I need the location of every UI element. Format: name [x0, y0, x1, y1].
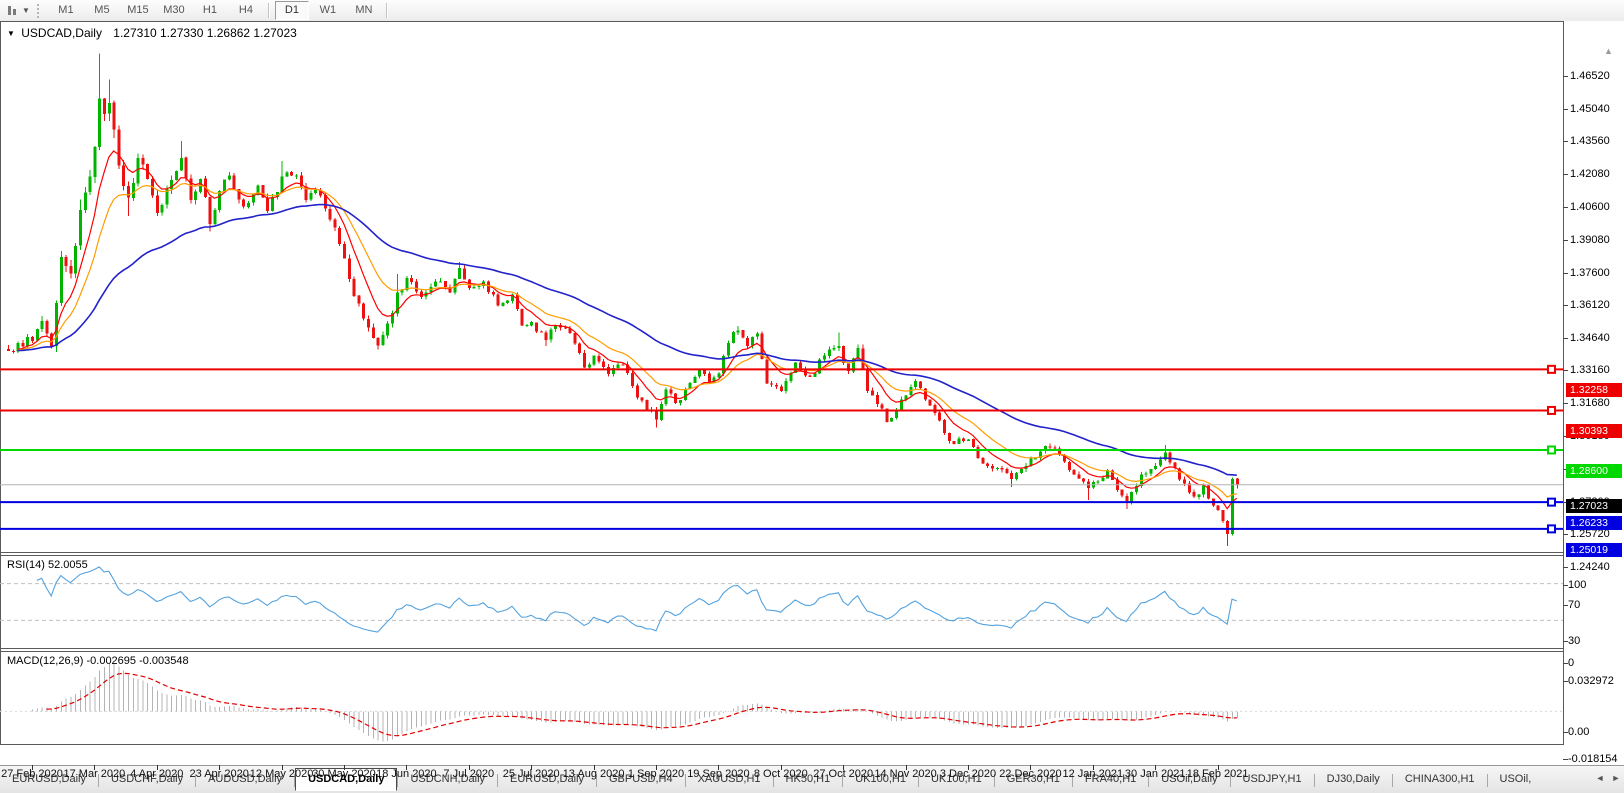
- price-axis-tick: 1.46520: [1570, 69, 1624, 83]
- tab-usoil[interactable]: USOil,: [1488, 770, 1544, 789]
- price-axis-tick-mark: [1563, 305, 1568, 306]
- toolbar: ▼ M1M5M15M30H1H4 D1W1MN: [0, 0, 1624, 22]
- hline-price-label: 1.32258: [1566, 383, 1622, 397]
- macd-histogram: [33, 664, 1238, 741]
- chart-window: ▼ USDCAD,Daily 1.27310 1.27330 1.26862 1…: [0, 21, 1624, 765]
- rsi-axis-label: 30: [1568, 635, 1624, 647]
- timeframe-button-m15[interactable]: M15: [121, 1, 155, 20]
- tabs-scroll-right-button[interactable]: ►: [1610, 773, 1622, 783]
- title-marker-icon[interactable]: ▼: [7, 29, 15, 38]
- timeframe-button-h1[interactable]: H1: [193, 1, 227, 20]
- macd-axis-label: 0.032972: [1568, 675, 1624, 687]
- macd-axis-label: 0.00: [1568, 726, 1624, 738]
- price-axis-tick-mark: [1563, 174, 1568, 175]
- price-axis-tick: 1.31680: [1570, 396, 1624, 410]
- chart-title: ▼ USDCAD,Daily 1.27310 1.27330 1.26862 1…: [7, 26, 297, 40]
- tab-china300-h1[interactable]: CHINA300,H1: [1393, 770, 1487, 789]
- price-axis-tick-mark: [1563, 76, 1568, 77]
- date-axis-label: 18 Feb 2021: [1178, 768, 1258, 780]
- timeframe-button-m30[interactable]: M30: [157, 1, 191, 20]
- dropdown-caret-icon[interactable]: ▼: [22, 6, 30, 15]
- timeframe-button-mn[interactable]: MN: [347, 1, 381, 20]
- hline-price-label: 1.26233: [1566, 516, 1622, 530]
- trading-app-window: ▼ M1M5M15M30H1H4 D1W1MN ▼ USDCAD,Daily 1.…: [0, 0, 1624, 793]
- hline-handle[interactable]: [1548, 446, 1555, 453]
- price-axis-tick: 1.40600: [1570, 200, 1624, 214]
- main-chart-canvas[interactable]: [0, 22, 1563, 552]
- rsi-line: [37, 567, 1237, 632]
- chart-symbol-period: USDCAD,Daily: [21, 26, 102, 40]
- tabs-scroll-left-button[interactable]: ◄: [1594, 773, 1606, 783]
- toolbar-separator: [386, 3, 388, 18]
- current-price-label: 1.27023: [1566, 499, 1622, 513]
- price-axis-tick-mark: [1563, 534, 1568, 535]
- timeframe-button-h4[interactable]: H4: [229, 1, 263, 20]
- panel-splitter[interactable]: [0, 648, 1563, 649]
- chart-type-icon[interactable]: [4, 3, 22, 18]
- price-axis-tick: 1.42080: [1570, 167, 1624, 181]
- toolbar-separator: [268, 3, 270, 18]
- macd-axis-label: -0.018154: [1568, 753, 1624, 765]
- price-axis-tick-mark: [1563, 370, 1568, 371]
- hline-price-label: 1.30393: [1566, 424, 1622, 438]
- hline-handle[interactable]: [1548, 407, 1555, 414]
- price-axis-tick-mark: [1563, 141, 1568, 142]
- macd-label: MACD(12,26,9) -0.002695 -0.003548: [7, 655, 189, 667]
- chart-right-border: [1563, 21, 1564, 745]
- timeframe-button-m5[interactable]: M5: [85, 1, 119, 20]
- chart-ohlc-values: 1.27310 1.27330 1.26862 1.27023: [113, 26, 297, 40]
- rsi-label: RSI(14) 52.0055: [7, 559, 88, 571]
- timeframe-button-w1[interactable]: W1: [311, 1, 345, 20]
- price-axis-tick: 1.43560: [1570, 134, 1624, 148]
- price-axis-tick-mark: [1563, 109, 1568, 110]
- panel-splitter[interactable]: [0, 552, 1563, 553]
- macd-values: -0.002695 -0.003548: [86, 655, 188, 667]
- macd-panel-canvas[interactable]: [0, 652, 1563, 744]
- chart-shift-marker-icon: ▲: [1604, 46, 1613, 56]
- price-axis-tick-mark: [1563, 338, 1568, 339]
- price-axis-tick: 1.33160: [1570, 363, 1624, 377]
- moving-average-line-8[interactable]: [18, 151, 1237, 509]
- price-axis-tick: 1.39080: [1570, 233, 1624, 247]
- price-axis-tick: 1.24240: [1570, 560, 1624, 574]
- rsi-axis-label: 0: [1568, 657, 1624, 669]
- moving-average-line-48[interactable]: [18, 205, 1237, 476]
- price-axis-tick-mark: [1563, 403, 1568, 404]
- rsi-axis-label: 70: [1568, 599, 1624, 611]
- tab-dj30-daily[interactable]: DJ30,Daily: [1315, 770, 1392, 789]
- hline-handle[interactable]: [1548, 525, 1555, 532]
- candlestick-series: [7, 53, 1239, 546]
- timeframe-button-m1[interactable]: M1: [49, 1, 83, 20]
- hline-handle[interactable]: [1548, 499, 1555, 506]
- rsi-panel-canvas[interactable]: [0, 556, 1563, 648]
- price-axis-tick-mark: [1563, 240, 1568, 241]
- hline-price-label: 1.25019: [1566, 543, 1622, 557]
- price-axis-tick-mark: [1563, 207, 1568, 208]
- price-axis-tick: 1.34640: [1570, 331, 1624, 345]
- chart-bottom-border: [0, 744, 1563, 745]
- timeframe-button-group: M1M5M15M30H1H4 D1W1MN: [48, 1, 392, 20]
- hline-handle[interactable]: [1548, 366, 1555, 373]
- timeframe-button-d1[interactable]: D1: [275, 1, 309, 20]
- rsi-axis-label: 100: [1568, 579, 1624, 591]
- price-axis-tick: 1.37600: [1570, 266, 1624, 280]
- toolbar-grip: [37, 4, 44, 18]
- price-axis-tick: 1.45040: [1570, 102, 1624, 116]
- price-axis-tick: 1.36120: [1570, 298, 1624, 312]
- hline-price-label: 1.28600: [1566, 464, 1622, 478]
- price-axis-tick-mark: [1563, 567, 1568, 568]
- price-axis-tick-mark: [1563, 273, 1568, 274]
- rsi-value: 52.0055: [48, 559, 88, 571]
